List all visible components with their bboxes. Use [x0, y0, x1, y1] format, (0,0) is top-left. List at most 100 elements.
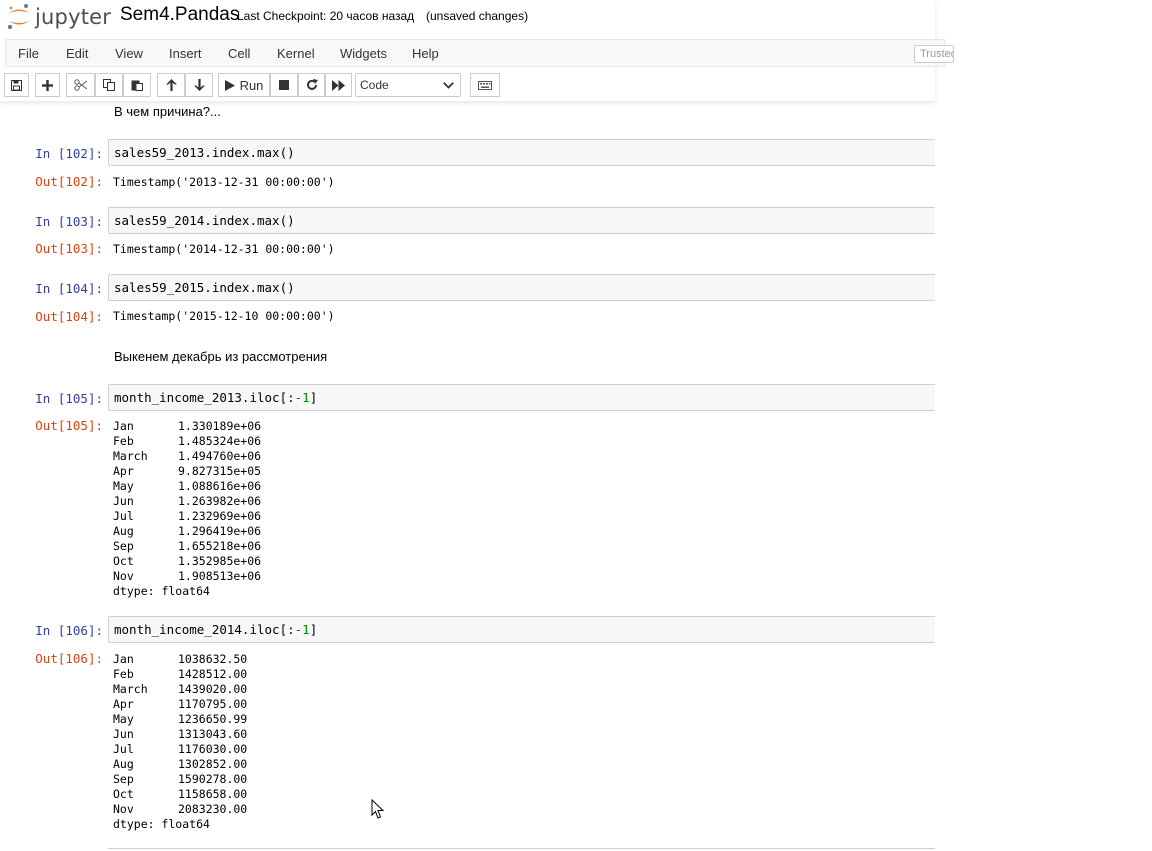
code-cell-input[interactable]: month_income_2014.iloc[:-1] — [108, 616, 935, 643]
code-cell-input[interactable]: month_income_2013.iloc[:-1] — [108, 384, 935, 411]
series-value: 1.296419e+06 — [178, 524, 262, 538]
code-prefix: month_income_2013.iloc[: — [114, 390, 295, 405]
menu-widgets[interactable]: Widgets — [340, 46, 387, 61]
series-index-label: May — [113, 712, 134, 726]
menu-cell[interactable]: Cell — [228, 46, 250, 61]
code-cell-input[interactable]: sales59_2015.index.max() — [108, 274, 935, 301]
series-index-label: Apr — [113, 464, 134, 478]
series-index-label: Jun — [113, 727, 134, 741]
series-value: 1038632.50 — [178, 652, 248, 666]
restart-run-all-button[interactable] — [325, 73, 352, 97]
menu-edit[interactable]: Edit — [66, 46, 88, 61]
chevron-down-icon — [443, 82, 454, 89]
series-value: 1.485324e+06 — [178, 434, 262, 448]
series-index-label: Aug — [113, 524, 134, 538]
series-value: 1.330189e+06 — [178, 419, 262, 433]
out-prompt: Out[104]: — [35, 309, 103, 324]
in-prompt: In [102]: — [35, 146, 103, 161]
run-label: Run — [239, 77, 264, 93]
copy-icon — [103, 79, 115, 91]
toolbar: Run Code — [0, 73, 935, 99]
series-index-label: Jul — [113, 742, 134, 756]
out-prompt: Out[103]: — [35, 241, 103, 256]
save-icon — [11, 79, 22, 91]
menu-insert[interactable]: Insert — [169, 46, 202, 61]
autosave-status: (unsaved changes) — [426, 9, 529, 23]
last-checkpoint: Last Checkpoint: 20 часов назад — [237, 9, 415, 23]
restart-button[interactable] — [298, 73, 325, 97]
code-text: month_income_2014.iloc[:-1] — [114, 622, 317, 637]
markdown-cell[interactable]: Выкенем декабрь из рассмотрения — [114, 349, 327, 364]
trusted-indicator[interactable]: Trusted — [914, 45, 954, 63]
save-button[interactable] — [4, 73, 29, 97]
in-prompt: In [105]: — [35, 391, 103, 406]
jupyter-logo-text: jupyter — [35, 5, 112, 29]
code-cell-input[interactable]: sales59_2014.index.max() — [108, 207, 935, 234]
move-up-button[interactable] — [157, 73, 185, 97]
menu-kernel[interactable]: Kernel — [277, 46, 315, 61]
code-suffix: ] — [309, 390, 318, 405]
series-index-label: Oct — [113, 787, 134, 801]
series-index-label: March — [113, 449, 148, 463]
insert-cell-button[interactable] — [35, 73, 60, 97]
run-button[interactable]: Run — [218, 73, 270, 97]
series-index-label: Jan — [113, 419, 134, 433]
move-up-icon — [165, 79, 177, 91]
jupyter-logo-icon — [7, 4, 29, 30]
series-value: 1.908513e+06 — [178, 569, 262, 583]
cut-button[interactable] — [66, 73, 95, 97]
code-number: -1 — [294, 390, 310, 405]
code-cell-input[interactable]: sales59_2013.index.max() — [108, 139, 935, 166]
series-value: 1158658.00 — [178, 787, 248, 801]
series-value: 1428512.00 — [178, 667, 248, 681]
code-prefix: month_income_2014.iloc[: — [114, 622, 295, 637]
menu-file[interactable]: File — [18, 46, 39, 61]
code-suffix: ] — [309, 622, 318, 637]
series-index-label: Sep — [113, 539, 134, 553]
jupyter-logo[interactable]: jupyter — [6, 2, 111, 32]
series-value: 1170795.00 — [178, 697, 248, 711]
out-prompt: Out[105]: — [35, 418, 103, 433]
move-down-button[interactable] — [185, 73, 213, 97]
series-index-label: Apr — [113, 697, 134, 711]
in-prompt: In [106]: — [35, 623, 103, 638]
series-value: 9.827315e+05 — [178, 464, 262, 478]
menu-help[interactable]: Help — [412, 46, 439, 61]
series-value: 1.088616e+06 — [178, 479, 262, 493]
series-value: 1439020.00 — [178, 682, 248, 696]
cell-output: Timestamp('2015-12-10 00:00:00') — [113, 309, 335, 323]
mouse-cursor-icon — [371, 799, 385, 819]
in-prompt: In [104]: — [35, 281, 103, 296]
command-palette-button[interactable] — [470, 73, 500, 97]
keyboard-icon — [478, 80, 492, 90]
series-index-label: Nov — [113, 569, 134, 583]
markdown-cell[interactable]: В чем причина?... — [114, 104, 221, 119]
series-value: 1.655218e+06 — [178, 539, 262, 553]
copy-button[interactable] — [95, 73, 123, 97]
interrupt-button[interactable] — [270, 73, 298, 97]
restart-icon — [306, 79, 318, 90]
series-index-label: March — [113, 682, 148, 696]
menu-view[interactable]: View — [115, 46, 143, 61]
code-number: -1 — [294, 622, 310, 637]
series-value: 1.352985e+06 — [178, 554, 262, 568]
cell-type-value: Code — [360, 78, 389, 92]
notebook-name[interactable]: Sem4.Pandas — [120, 4, 239, 26]
add-cell-icon — [42, 79, 53, 91]
series-index-label: Sep — [113, 772, 134, 786]
series-index-label: Nov — [113, 802, 134, 816]
series-dtype: dtype: float64 — [113, 817, 210, 831]
code-text: sales59_2013.index.max() — [114, 145, 295, 160]
series-index-label: Jun — [113, 494, 134, 508]
series-value: 1590278.00 — [178, 772, 248, 786]
series-index-label: Oct — [113, 554, 134, 568]
code-text: month_income_2013.iloc[:-1] — [114, 390, 317, 405]
series-index-label: Jul — [113, 509, 134, 523]
paste-button[interactable] — [123, 73, 151, 97]
series-index-label: Feb — [113, 434, 134, 448]
series-value: 1236650.99 — [178, 712, 248, 726]
cut-icon — [74, 79, 87, 91]
series-index-label: Jan — [113, 652, 134, 666]
code-text: sales59_2014.index.max() — [114, 213, 295, 228]
cell-type-select[interactable]: Code — [355, 73, 461, 97]
